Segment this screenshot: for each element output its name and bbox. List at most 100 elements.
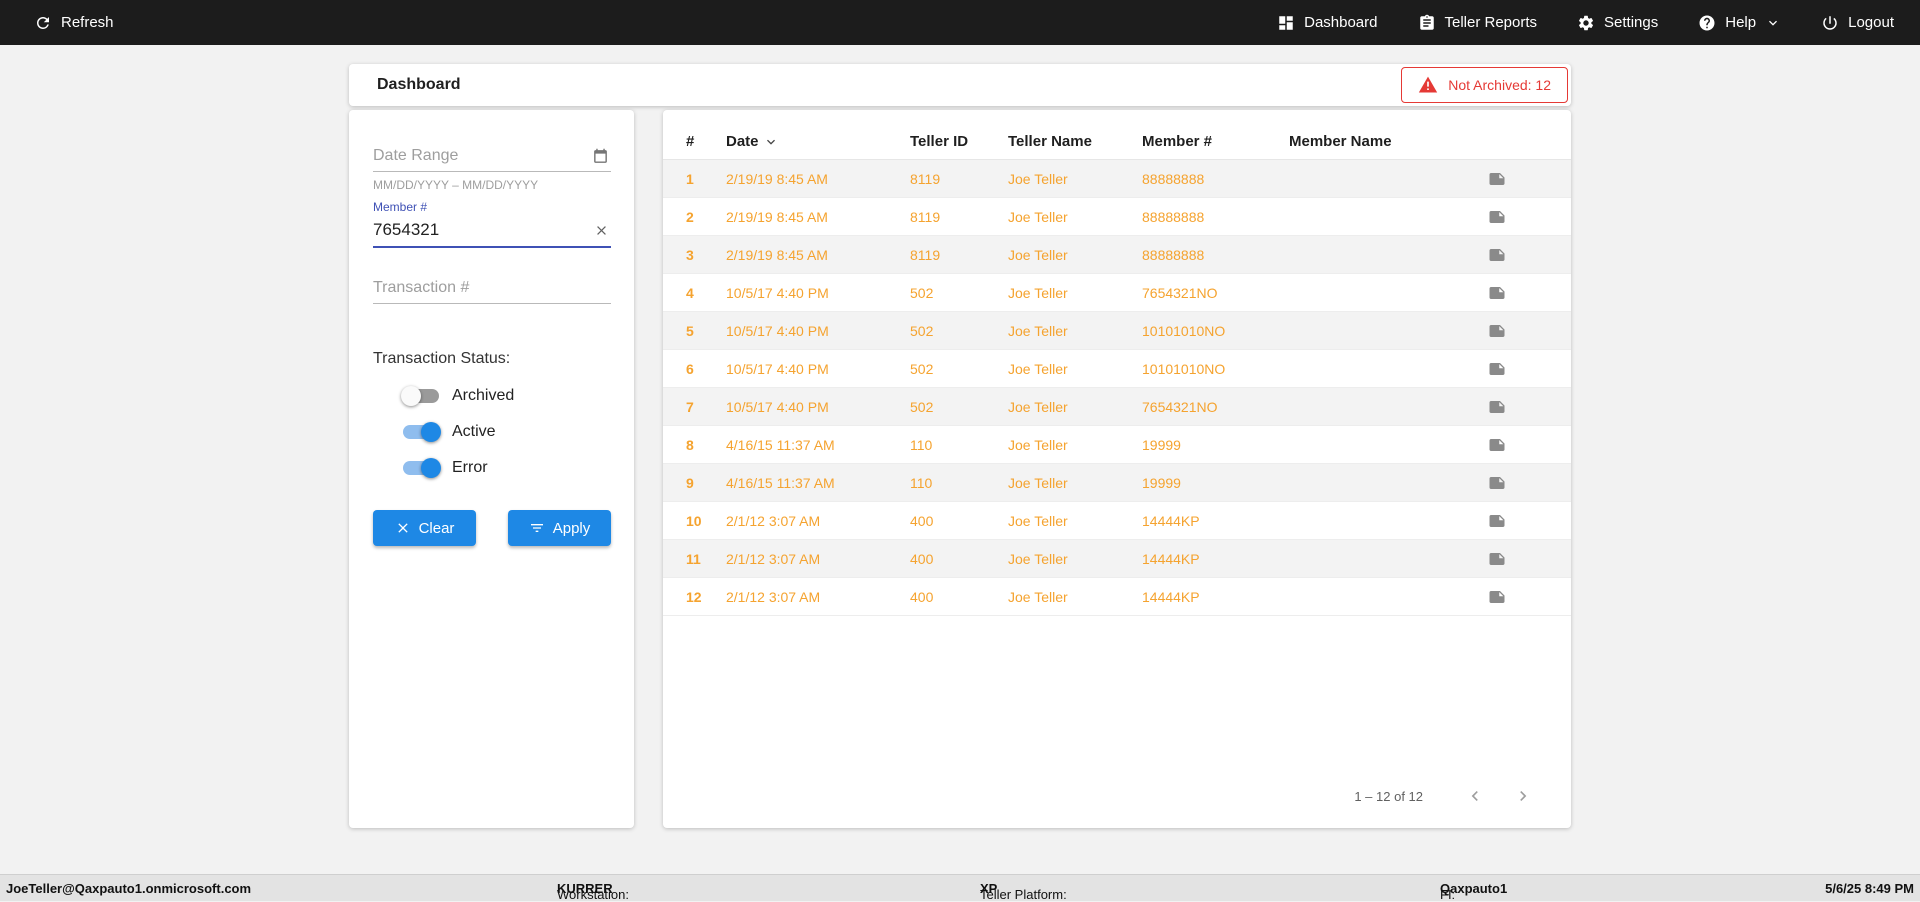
close-icon[interactable]	[594, 223, 609, 238]
logged-in-user: JoeTeller@Qaxpauto1.onmicrosoft.com	[6, 881, 252, 896]
row-teller-id: 400	[910, 512, 934, 529]
row-date: 10/5/17 4:40 PM	[726, 360, 829, 377]
table-row[interactable]: 9 4/16/15 11:37 AM 110 Joe Teller 19999	[663, 464, 1571, 502]
chevron-down-icon	[766, 139, 775, 145]
close-icon	[397, 523, 408, 533]
power-icon	[1823, 15, 1837, 30]
table-row[interactable]: 2 2/19/19 8:45 AM 8119 Joe Teller 888888…	[663, 198, 1571, 236]
table-row[interactable]: 11 2/1/12 3:07 AM 400 Joe Teller 14444KP	[663, 540, 1571, 578]
row-teller-name: Joe Teller	[1008, 474, 1068, 491]
toggle-thumb	[421, 422, 441, 442]
column-header-member-name[interactable]: Member Name	[1289, 133, 1488, 150]
table-header-row: # Date Teller ID Teller Name Member # Me…	[663, 124, 1571, 160]
toggle-switch[interactable]	[401, 386, 439, 406]
warning-triangle-icon	[1419, 76, 1438, 93]
row-number: 9	[686, 474, 694, 491]
row-date: 2/1/12 3:07 AM	[726, 550, 821, 567]
transaction-status-label: Transaction Status:	[373, 350, 511, 367]
note-icon[interactable]	[1488, 512, 1547, 530]
table-body: 1 2/19/19 8:45 AM 8119 Joe Teller 888888…	[663, 160, 1571, 616]
note-icon[interactable]	[1488, 246, 1547, 264]
note-icon[interactable]	[1488, 170, 1547, 188]
note-icon[interactable]	[1488, 208, 1547, 226]
member-number-label: Member #	[373, 200, 428, 214]
column-header-member-number[interactable]: Member #	[1142, 133, 1289, 150]
pagination: 1 – 12 of 12	[1354, 786, 1533, 806]
note-icon[interactable]	[1488, 360, 1547, 378]
status-bar: JoeTeller@Qaxpauto1.onmicrosoft.com Work…	[0, 874, 1920, 902]
member-number-field	[373, 214, 611, 248]
date-range-field: MM/DD/YYYY – MM/DD/YYYY	[373, 140, 611, 192]
table-row[interactable]: 4 10/5/17 4:40 PM 502 Joe Teller 7654321…	[663, 274, 1571, 312]
clear-button[interactable]: Clear	[373, 510, 476, 546]
table-row[interactable]: 7 10/5/17 4:40 PM 502 Joe Teller 7654321…	[663, 388, 1571, 426]
toggle-active[interactable]: Active	[403, 420, 611, 444]
row-teller-id: 400	[910, 550, 934, 567]
table-row[interactable]: 8 4/16/15 11:37 AM 110 Joe Teller 19999	[663, 426, 1571, 464]
toggle-switch[interactable]	[403, 458, 441, 478]
row-number: 3	[686, 246, 694, 263]
note-icon[interactable]	[1488, 436, 1547, 454]
table-row[interactable]: 10 2/1/12 3:07 AM 400 Joe Teller 14444KP	[663, 502, 1571, 540]
nav-teller-reports[interactable]: Teller Reports	[1418, 14, 1537, 32]
question-circle-icon	[1699, 15, 1715, 30]
page-title: Dashboard	[377, 76, 461, 93]
row-member-number: 10101010NO	[1142, 322, 1226, 339]
chevron-left-icon[interactable]	[1465, 786, 1485, 806]
page-header-card: Dashboard Not Archived: 12	[349, 64, 1571, 106]
row-teller-id: 400	[910, 588, 934, 605]
note-icon[interactable]	[1488, 588, 1547, 606]
table-row[interactable]: 12 2/1/12 3:07 AM 400 Joe Teller 14444KP	[663, 578, 1571, 616]
row-teller-name: Joe Teller	[1008, 246, 1068, 263]
note-icon[interactable]	[1488, 322, 1547, 340]
row-number: 12	[686, 588, 702, 605]
table-row[interactable]: 6 10/5/17 4:40 PM 502 Joe Teller 1010101…	[663, 350, 1571, 388]
date-range-hint: MM/DD/YYYY – MM/DD/YYYY	[373, 178, 539, 192]
apply-button[interactable]: Apply	[508, 510, 611, 546]
row-date: 2/19/19 8:45 AM	[726, 246, 828, 263]
note-icon[interactable]	[1488, 550, 1547, 568]
note-icon[interactable]	[1488, 474, 1547, 492]
nav-logout-label: Logout	[1848, 14, 1894, 31]
note-icon[interactable]	[1488, 284, 1547, 302]
row-teller-name: Joe Teller	[1008, 284, 1068, 301]
note-icon[interactable]	[1488, 398, 1547, 416]
column-header-teller-id[interactable]: Teller ID	[910, 133, 1008, 150]
table-row[interactable]: 3 2/19/19 8:45 AM 8119 Joe Teller 888888…	[663, 236, 1571, 274]
row-member-number: 14444KP	[1142, 588, 1200, 605]
toggle-switch[interactable]	[403, 422, 441, 442]
dashboard-grid-icon	[1279, 15, 1293, 30]
table-row[interactable]: 1 2/19/19 8:45 AM 8119 Joe Teller 888888…	[663, 160, 1571, 198]
row-date: 4/16/15 11:37 AM	[726, 436, 835, 453]
transaction-number-input[interactable]	[373, 272, 611, 304]
nav-help[interactable]: Help	[1698, 14, 1781, 32]
row-date: 2/1/12 3:07 AM	[726, 512, 821, 529]
apply-button-label: Apply	[552, 519, 591, 537]
nav-settings[interactable]: Settings	[1577, 14, 1658, 32]
row-date: 10/5/17 4:40 PM	[726, 398, 829, 415]
chevron-right-icon[interactable]	[1513, 786, 1533, 806]
nav-dashboard-label: Dashboard	[1304, 14, 1378, 31]
row-date: 2/19/19 8:45 AM	[726, 208, 828, 225]
calendar-icon[interactable]	[592, 148, 609, 165]
row-number: 2	[686, 208, 694, 225]
column-header-teller-name[interactable]: Teller Name	[1008, 133, 1142, 150]
row-number: 8	[686, 436, 694, 453]
toggle-archived[interactable]: Archived	[401, 384, 611, 408]
date-range-input[interactable]	[373, 140, 611, 172]
row-teller-id: 110	[910, 436, 933, 453]
member-number-input[interactable]	[373, 214, 611, 248]
table-row[interactable]: 5 10/5/17 4:40 PM 502 Joe Teller 1010101…	[663, 312, 1571, 350]
refresh-button[interactable]: Refresh	[34, 14, 114, 32]
nav-dashboard[interactable]: Dashboard	[1277, 14, 1378, 32]
column-header-number[interactable]: #	[686, 133, 726, 150]
row-number: 1	[686, 170, 694, 187]
filter-panel: MM/DD/YYYY – MM/DD/YYYY Member # Transac…	[349, 110, 634, 828]
toggle-error[interactable]: Error	[403, 456, 611, 480]
column-header-date[interactable]: Date	[726, 133, 910, 150]
not-archived-badge[interactable]: Not Archived: 12	[1401, 67, 1568, 103]
nav-help-label: Help	[1725, 14, 1757, 31]
row-teller-name: Joe Teller	[1008, 170, 1068, 187]
row-number: 6	[686, 360, 694, 377]
nav-logout[interactable]: Logout	[1821, 14, 1894, 32]
